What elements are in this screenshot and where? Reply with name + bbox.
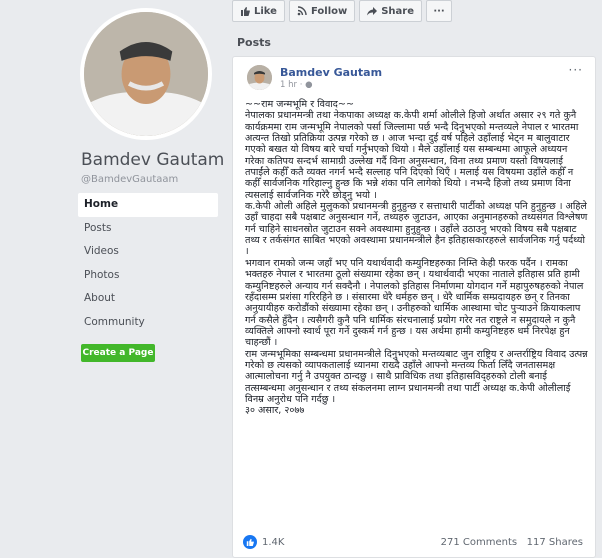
- like-page-label: Like: [254, 5, 277, 17]
- nav-item-videos[interactable]: Videos: [78, 240, 218, 264]
- post-body: ~~राम जन्मभूमि र विवाद~~ नेपालका प्रधानम…: [245, 99, 589, 417]
- like-reaction-icon[interactable]: [243, 535, 257, 549]
- post-meta: 1 hr · ●: [280, 80, 313, 90]
- post-options-button[interactable]: ···: [569, 63, 583, 77]
- share-arrow-icon: [367, 7, 378, 16]
- share-page-label: Share: [381, 5, 415, 17]
- post-paragraph: नेपालका प्रधानमन्त्री तथा नेकपाका अध्यक्…: [245, 110, 582, 201]
- profile-avatar[interactable]: [80, 8, 212, 140]
- post-paragraph: भगवान रामको जन्म जहाँ भए पनि यथार्थवादी …: [245, 257, 587, 349]
- share-page-button[interactable]: Share: [359, 0, 423, 22]
- post-paragraph: राम जन्मभूमिका सम्बन्धमा प्रधानमन्त्रीले…: [245, 348, 591, 405]
- follow-page-label: Follow: [310, 5, 348, 17]
- nav-item-posts[interactable]: Posts: [78, 217, 218, 241]
- post-paragraph: ~~राम जन्मभूमि र विवाद~~: [245, 99, 354, 110]
- post-date-line: ३० असार, २०७७: [245, 405, 305, 417]
- like-page-button[interactable]: Like: [232, 0, 285, 22]
- post-author-name[interactable]: Bamdev Gautam: [280, 66, 382, 79]
- posts-heading: Posts: [237, 36, 271, 49]
- post-paragraph: क.केपी ओली अहिले मुलुकको प्रधानमन्त्री ह…: [245, 201, 591, 258]
- shares-count[interactable]: 117 Shares: [527, 537, 583, 548]
- nav-item-home[interactable]: Home: [78, 193, 218, 217]
- reaction-count[interactable]: 1.4K: [262, 537, 284, 548]
- post-author-avatar[interactable]: [247, 65, 272, 90]
- page-name[interactable]: Bamdev Gautam: [81, 150, 224, 170]
- page-action-bar: Like Follow Share ···: [232, 0, 453, 24]
- page-nav: Home Posts Videos Photos About Community: [78, 193, 218, 334]
- create-page-button[interactable]: Create a Page: [81, 344, 155, 362]
- nav-item-about[interactable]: About: [78, 287, 218, 311]
- comment-share-counts: 271 Comments 117 Shares: [441, 537, 583, 548]
- more-options-button[interactable]: ···: [426, 0, 453, 22]
- follow-page-button[interactable]: Follow: [288, 0, 356, 22]
- post-card: Bamdev Gautam 1 hr · ● ··· ~~राम जन्मभूम…: [232, 56, 596, 558]
- post-stats: 1.4K 271 Comments 117 Shares: [243, 533, 587, 553]
- left-column: Bamdev Gautam @BamdevGautaam Home Posts …: [0, 0, 226, 558]
- comments-count[interactable]: 271 Comments: [441, 537, 517, 548]
- nav-item-community[interactable]: Community: [78, 311, 218, 335]
- thumbs-up-icon: [241, 7, 250, 16]
- nav-item-photos[interactable]: Photos: [78, 264, 218, 288]
- post-timestamp[interactable]: 1 hr: [280, 80, 297, 90]
- page-handle[interactable]: @BamdevGautaam: [81, 174, 178, 185]
- globe-icon: · ●: [299, 80, 313, 90]
- rss-icon: [297, 6, 307, 16]
